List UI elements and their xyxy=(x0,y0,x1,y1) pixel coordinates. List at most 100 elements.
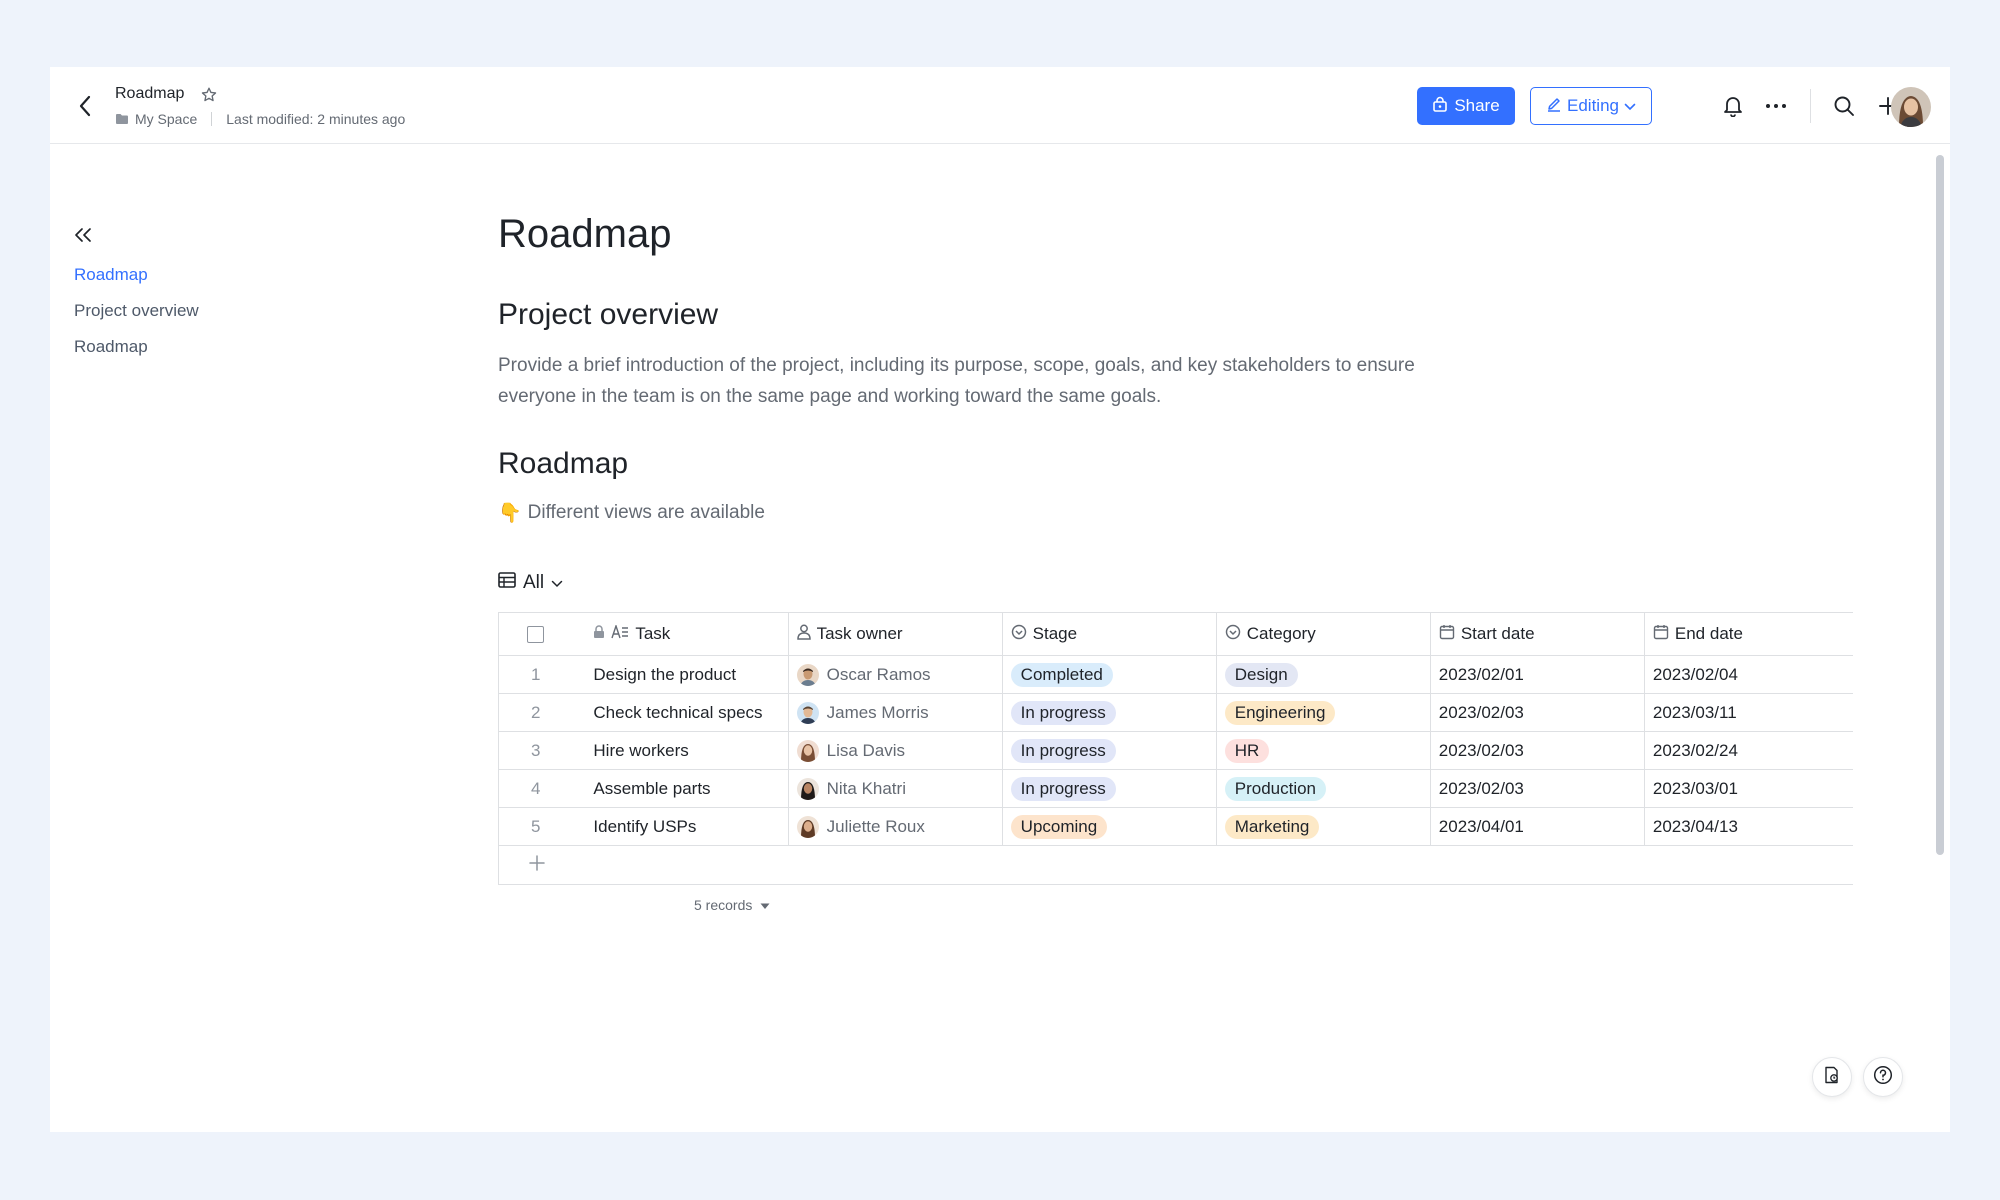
share-label: Share xyxy=(1454,96,1500,115)
editing-label: Editing xyxy=(1567,96,1619,115)
folder-icon xyxy=(115,113,129,125)
table-header-row: Task Task owner Stage Category Start dat… xyxy=(499,613,1853,656)
table-row[interactable]: 4 Assemble parts Nita Khatri In progress xyxy=(499,770,1853,808)
view-selector[interactable]: All xyxy=(498,572,563,594)
outline-item-roadmap-section[interactable]: Roadmap xyxy=(74,329,199,365)
back-arrow-icon[interactable] xyxy=(72,93,98,119)
category-tag: Engineering xyxy=(1224,700,1336,725)
table-row[interactable]: 3 Hire workers Lisa Davis In progress HR… xyxy=(499,732,1853,770)
task-cell[interactable]: Hire workers xyxy=(573,732,789,769)
roadmap-table: Task Task owner Stage Category Start dat… xyxy=(498,612,1853,885)
category-cell[interactable]: Marketing xyxy=(1217,808,1431,845)
outline-item-project-overview[interactable]: Project overview xyxy=(74,293,199,329)
column-header-task-owner[interactable]: Task owner xyxy=(789,613,1003,655)
table-row[interactable]: 1 Design the product Oscar Ramos Complet… xyxy=(499,656,1853,694)
document-info-button[interactable] xyxy=(1812,1057,1852,1097)
stage-cell[interactable]: Completed xyxy=(1003,656,1217,693)
task-cell[interactable]: Design the product xyxy=(573,656,789,693)
outline-item-roadmap[interactable]: Roadmap xyxy=(74,257,199,293)
person-icon xyxy=(796,624,811,645)
column-label-task: Task xyxy=(635,624,671,643)
column-label-start-date: Start date xyxy=(1460,624,1535,643)
table-body: 1 Design the product Oscar Ramos Complet… xyxy=(499,656,1853,846)
category-cell[interactable]: Design xyxy=(1217,656,1431,693)
owner-chip: Lisa Davis xyxy=(796,739,905,762)
scrollbar[interactable] xyxy=(1933,145,1947,1132)
heading-project-overview[interactable]: Project overview xyxy=(498,298,718,332)
grid-view-icon xyxy=(498,572,516,594)
column-label-task-owner: Task owner xyxy=(816,624,903,643)
owner-avatar xyxy=(796,701,819,724)
stage-tag: In progress xyxy=(1010,700,1116,725)
end-date-cell[interactable]: 2023/03/01 xyxy=(1645,770,1853,807)
heading-roadmap[interactable]: Roadmap xyxy=(498,447,628,481)
bell-icon[interactable] xyxy=(1718,91,1748,121)
scrollbar-thumb[interactable] xyxy=(1936,155,1944,855)
pencil-icon xyxy=(1546,96,1562,117)
category-cell[interactable]: Production xyxy=(1217,770,1431,807)
owner-cell[interactable]: Nita Khatri xyxy=(789,770,1003,807)
row-index: 4 xyxy=(531,778,541,798)
start-date-cell[interactable]: 2023/02/03 xyxy=(1431,694,1645,731)
owner-avatar xyxy=(796,663,819,686)
column-header-task[interactable]: Task xyxy=(573,613,789,655)
text-field-icon xyxy=(611,623,629,644)
stage-cell[interactable]: Upcoming xyxy=(1003,808,1217,845)
share-button[interactable]: Share xyxy=(1417,87,1515,125)
column-header-stage[interactable]: Stage xyxy=(1003,613,1217,655)
owner-avatar xyxy=(796,777,819,800)
start-date-cell[interactable]: 2023/02/03 xyxy=(1431,770,1645,807)
owner-cell[interactable]: Lisa Davis xyxy=(789,732,1003,769)
task-cell[interactable]: Check technical specs xyxy=(573,694,789,731)
column-header-end-date[interactable]: End date xyxy=(1645,613,1853,655)
records-label: 5 records xyxy=(694,897,753,913)
views-note[interactable]: 👇 Different views are available xyxy=(498,501,765,525)
stage-tag: Completed xyxy=(1010,662,1113,687)
help-button[interactable] xyxy=(1863,1057,1903,1097)
more-icon[interactable] xyxy=(1761,91,1791,121)
owner-cell[interactable]: Oscar Ramos xyxy=(789,656,1003,693)
owner-cell[interactable]: James Morris xyxy=(789,694,1003,731)
category-tag: Marketing xyxy=(1224,814,1320,839)
records-count[interactable]: 5 records xyxy=(694,897,770,913)
owner-avatar xyxy=(796,815,819,838)
star-icon[interactable] xyxy=(198,84,220,106)
project-overview-paragraph[interactable]: Provide a brief introduction of the proj… xyxy=(498,350,1488,412)
stage-cell[interactable]: In progress xyxy=(1003,770,1217,807)
column-header-category[interactable]: Category xyxy=(1217,613,1431,655)
end-date-cell[interactable]: 2023/03/11 xyxy=(1645,694,1853,731)
table-row[interactable]: 2 Check technical specs James Morris In … xyxy=(499,694,1853,732)
category-cell[interactable]: Engineering xyxy=(1217,694,1431,731)
search-icon[interactable] xyxy=(1829,91,1859,121)
collapse-outline-icon[interactable] xyxy=(70,222,96,248)
end-date-cell[interactable]: 2023/02/24 xyxy=(1645,732,1853,769)
end-date-cell[interactable]: 2023/02/04 xyxy=(1645,656,1853,693)
row-index: 1 xyxy=(531,664,541,684)
end-date-cell[interactable]: 2023/04/13 xyxy=(1645,808,1853,845)
stage-cell[interactable]: In progress xyxy=(1003,694,1217,731)
category-cell[interactable]: HR xyxy=(1217,732,1431,769)
stage-cell[interactable]: In progress xyxy=(1003,732,1217,769)
column-label-stage: Stage xyxy=(1032,624,1078,643)
select-all-checkbox[interactable] xyxy=(527,625,544,643)
add-record-button[interactable] xyxy=(499,846,1853,884)
category-tag: HR xyxy=(1224,738,1270,763)
table-row[interactable]: 5 Identify USPs Juliette Roux Upcoming M… xyxy=(499,808,1853,846)
task-cell[interactable]: Assemble parts xyxy=(573,770,789,807)
breadcrumb-space[interactable]: My Space xyxy=(135,111,197,127)
owner-cell[interactable]: Juliette Roux xyxy=(789,808,1003,845)
user-avatar[interactable] xyxy=(1891,87,1931,127)
owner-chip: Juliette Roux xyxy=(796,815,925,838)
column-label-end-date: End date xyxy=(1674,624,1743,643)
single-select-icon xyxy=(1011,624,1027,645)
start-date-cell[interactable]: 2023/04/01 xyxy=(1431,808,1645,845)
start-date-cell[interactable]: 2023/02/01 xyxy=(1431,656,1645,693)
caret-down-icon xyxy=(760,897,770,913)
task-cell[interactable]: Identify USPs xyxy=(573,808,789,845)
start-date-cell[interactable]: 2023/02/03 xyxy=(1431,732,1645,769)
page-title[interactable]: Roadmap xyxy=(498,212,671,257)
toolbar-divider xyxy=(1810,89,1811,123)
select-all-cell xyxy=(499,613,573,655)
editing-mode-button[interactable]: Editing xyxy=(1530,87,1652,125)
column-header-start-date[interactable]: Start date xyxy=(1431,613,1645,655)
